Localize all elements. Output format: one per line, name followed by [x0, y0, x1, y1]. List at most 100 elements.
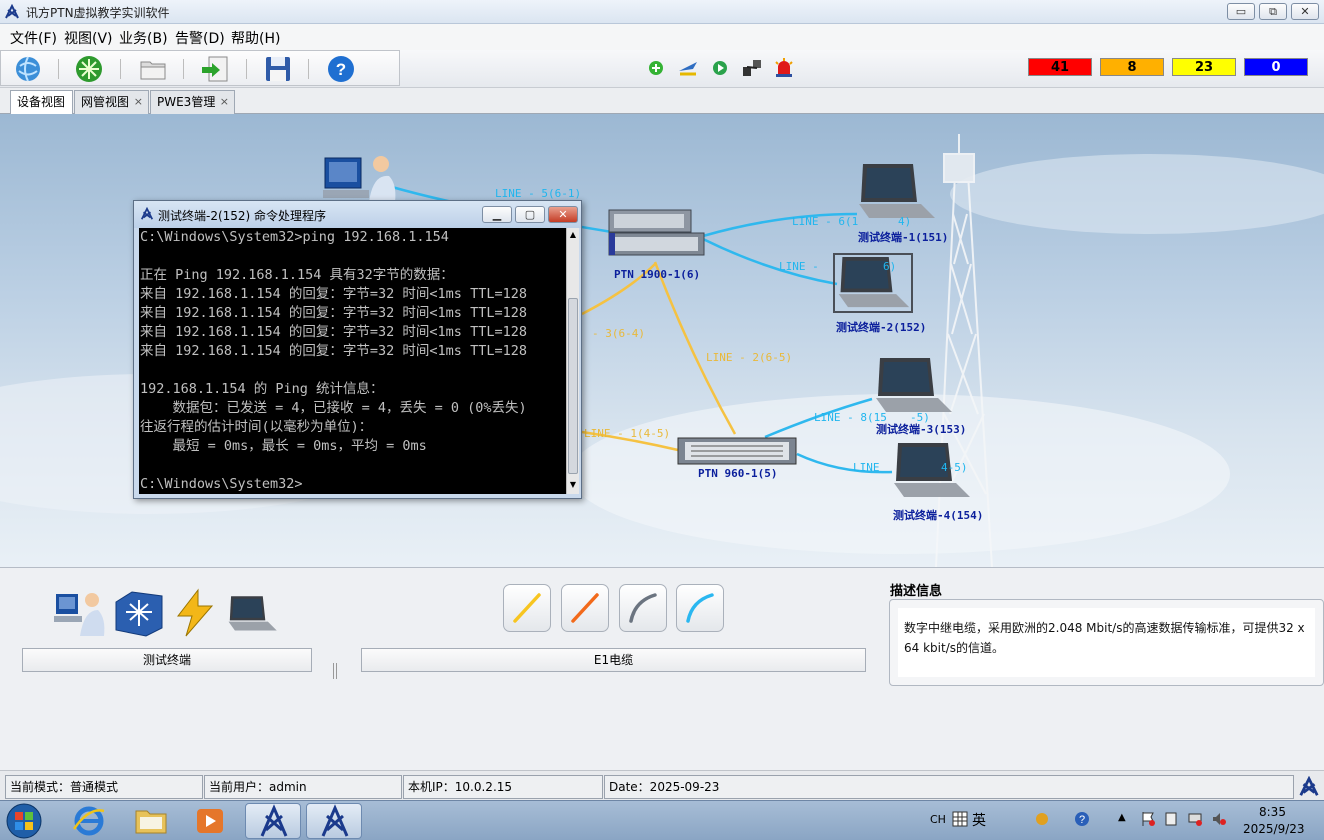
divider-handle[interactable] — [333, 663, 337, 679]
link-label-4[interactable]: LINE — [853, 461, 880, 474]
device-icon[interactable] — [1163, 811, 1179, 827]
tray-language[interactable]: CH — [930, 813, 946, 826]
close-tab-icon[interactable]: × — [220, 91, 229, 113]
lightning-icon[interactable] — [170, 588, 220, 638]
tab-device-view[interactable]: 设备视图 — [10, 90, 73, 114]
cable-type-label: E1电缆 — [361, 648, 866, 672]
network-tool-icon[interactable] — [741, 57, 763, 79]
cmd-line: C:\Windows\System32>ping 192.168.1.154 — [140, 229, 449, 245]
link-label-6[interactable]: LINE - 6(1 — [792, 215, 858, 228]
plane-icon[interactable] — [677, 57, 699, 79]
network-icon[interactable] — [1187, 811, 1203, 827]
link-label-6-suffix[interactable]: 4) — [898, 215, 911, 228]
volume-muted-icon[interactable] — [1211, 811, 1227, 827]
scroll-up-icon[interactable]: ▲ — [568, 230, 578, 240]
description-title: 描述信息 — [890, 584, 943, 599]
close-button[interactable]: ✕ — [1291, 3, 1319, 20]
menu-view[interactable]: 视图(V) — [64, 28, 113, 48]
tab-pwe3[interactable]: PWE3管理 × — [150, 90, 235, 114]
alarm-critical-count[interactable]: 41 — [1028, 58, 1092, 76]
link-label-8-suffix[interactable]: -5) — [910, 411, 930, 424]
add-icon[interactable] — [645, 57, 667, 79]
cmd-line: 192.168.1.154 的 Ping 统计信息： — [140, 381, 384, 397]
cable-blue-button[interactable] — [676, 584, 724, 632]
cable-orange-button[interactable] — [561, 584, 609, 632]
operator-pc-icon[interactable] — [323, 154, 399, 204]
link-label-1[interactable]: LINE - 1(4-5) — [584, 427, 670, 440]
router-icon[interactable] — [112, 588, 164, 638]
menu-bar: 文件(F) 视图(V) 业务(B) 告警(D) 帮助(H) — [0, 24, 1324, 50]
app-logo-icon — [5, 4, 19, 19]
app-logo-icon — [140, 207, 154, 220]
maximize-button[interactable]: ⧉ — [1259, 3, 1287, 20]
link-label-3[interactable]: - 3(6-4) — [592, 327, 645, 340]
cmd-window[interactable]: 测试终端-2(152) 命令处理程序 ▁ ▢ ✕ C:\Windows\Syst… — [133, 200, 582, 499]
scroll-thumb[interactable] — [568, 298, 578, 474]
cmd-line: 最短 = 0ms，最长 = 0ms，平均 = 0ms — [140, 438, 427, 454]
cmd-titlebar[interactable]: 测试终端-2(152) 命令处理程序 ▁ ▢ ✕ — [134, 201, 581, 228]
clock-time[interactable]: 8:35 — [1259, 805, 1286, 819]
terminal-2-laptop-icon[interactable] — [835, 255, 911, 311]
start-button-icon[interactable] — [4, 802, 44, 840]
tray-expand-icon[interactable]: ▲ — [1118, 812, 1126, 823]
link-label-2[interactable]: LINE - 2(6-5) — [706, 351, 792, 364]
terminal-4-label: 测试终端-4(154) — [893, 509, 984, 522]
task-app-main[interactable] — [245, 803, 301, 839]
task-app-cmd[interactable] — [306, 803, 362, 839]
export-icon[interactable] — [200, 54, 230, 84]
menu-alarm[interactable]: 告警(D) — [175, 28, 225, 48]
cmd-output[interactable]: C:\Windows\System32>ping 192.168.1.154 正… — [139, 228, 569, 494]
cmd-close-button[interactable]: ✕ — [548, 206, 578, 223]
link-label-7-suffix[interactable]: 6) — [883, 260, 896, 273]
star-burst-icon[interactable] — [74, 54, 104, 84]
link-label-4-suffix[interactable]: 4-5) — [941, 461, 968, 474]
media-player-icon[interactable] — [193, 805, 227, 837]
ptn1900-device-icon[interactable] — [608, 209, 705, 259]
ime-grid-icon[interactable] — [952, 811, 968, 827]
clock-date[interactable]: 2025/9/23 — [1243, 822, 1305, 836]
scroll-down-icon[interactable]: ▼ — [568, 480, 578, 490]
operator-terminal-icon[interactable] — [54, 588, 106, 638]
ptn960-device-icon[interactable] — [677, 437, 797, 465]
app-logo-icon — [321, 804, 349, 837]
laptop-icon[interactable] — [226, 594, 278, 634]
device-type-label: 测试终端 — [22, 648, 312, 672]
main-toolbar: ? — [0, 50, 400, 86]
link-label-5[interactable]: LINE - 5(6-1) — [495, 187, 581, 200]
menu-help[interactable]: 帮助(H) — [231, 28, 280, 48]
terminal-1-laptop-icon[interactable] — [855, 162, 937, 222]
terminal-1-label: 测试终端-1(151) — [858, 231, 949, 244]
cmd-maximize-button[interactable]: ▢ — [515, 206, 545, 223]
cable-yellow-button[interactable] — [503, 584, 551, 632]
globe-icon[interactable] — [13, 54, 43, 84]
ie-browser-icon[interactable] — [72, 805, 106, 837]
tab-nms-view[interactable]: 网管视图 × — [74, 90, 149, 114]
menu-business[interactable]: 业务(B) — [119, 28, 168, 48]
tray-help-icon[interactable]: ? — [1074, 811, 1090, 827]
cmd-line: 数据包：已发送 = 4，已接收 = 4，丢失 = 0 (0%丢失) — [140, 400, 527, 416]
close-tab-icon[interactable]: × — [134, 91, 143, 113]
cmd-minimize-button[interactable]: ▁ — [482, 206, 512, 223]
minimize-button[interactable]: ▭ — [1227, 3, 1255, 20]
menu-file[interactable]: 文件(F) — [10, 28, 57, 48]
cmd-scrollbar[interactable]: ▲ ▼ — [566, 228, 579, 494]
alarm-minor-count[interactable]: 23 — [1172, 58, 1236, 76]
help-icon[interactable]: ? — [326, 54, 356, 84]
cable-gray-button[interactable] — [619, 584, 667, 632]
cmd-line: 来自 192.168.1.154 的回复：字节=32 时间<1ms TTL=12… — [140, 286, 527, 302]
folder-icon[interactable] — [138, 54, 168, 84]
save-icon[interactable] — [263, 54, 293, 84]
play-icon[interactable] — [709, 57, 731, 79]
tab-bar: 设备视图 网管视图 × PWE3管理 × — [0, 88, 1324, 114]
alarm-warning-count[interactable]: 0 — [1244, 58, 1308, 76]
action-center-flag-icon[interactable] — [1140, 811, 1156, 827]
window-title: 讯方PTN虚拟教学实训软件 — [26, 6, 170, 20]
alarm-major-count[interactable]: 8 — [1100, 58, 1164, 76]
ime-toolbar-icon[interactable] — [1034, 811, 1050, 827]
tray-ime-mode[interactable]: 英 — [972, 810, 986, 830]
alarm-light-icon[interactable] — [773, 57, 795, 79]
file-explorer-icon[interactable] — [133, 805, 169, 837]
link-label-7[interactable]: LINE - — [779, 260, 819, 273]
link-label-8[interactable]: LINE - 8(15 — [814, 411, 887, 424]
terminal-3-laptop-icon[interactable] — [872, 356, 954, 416]
